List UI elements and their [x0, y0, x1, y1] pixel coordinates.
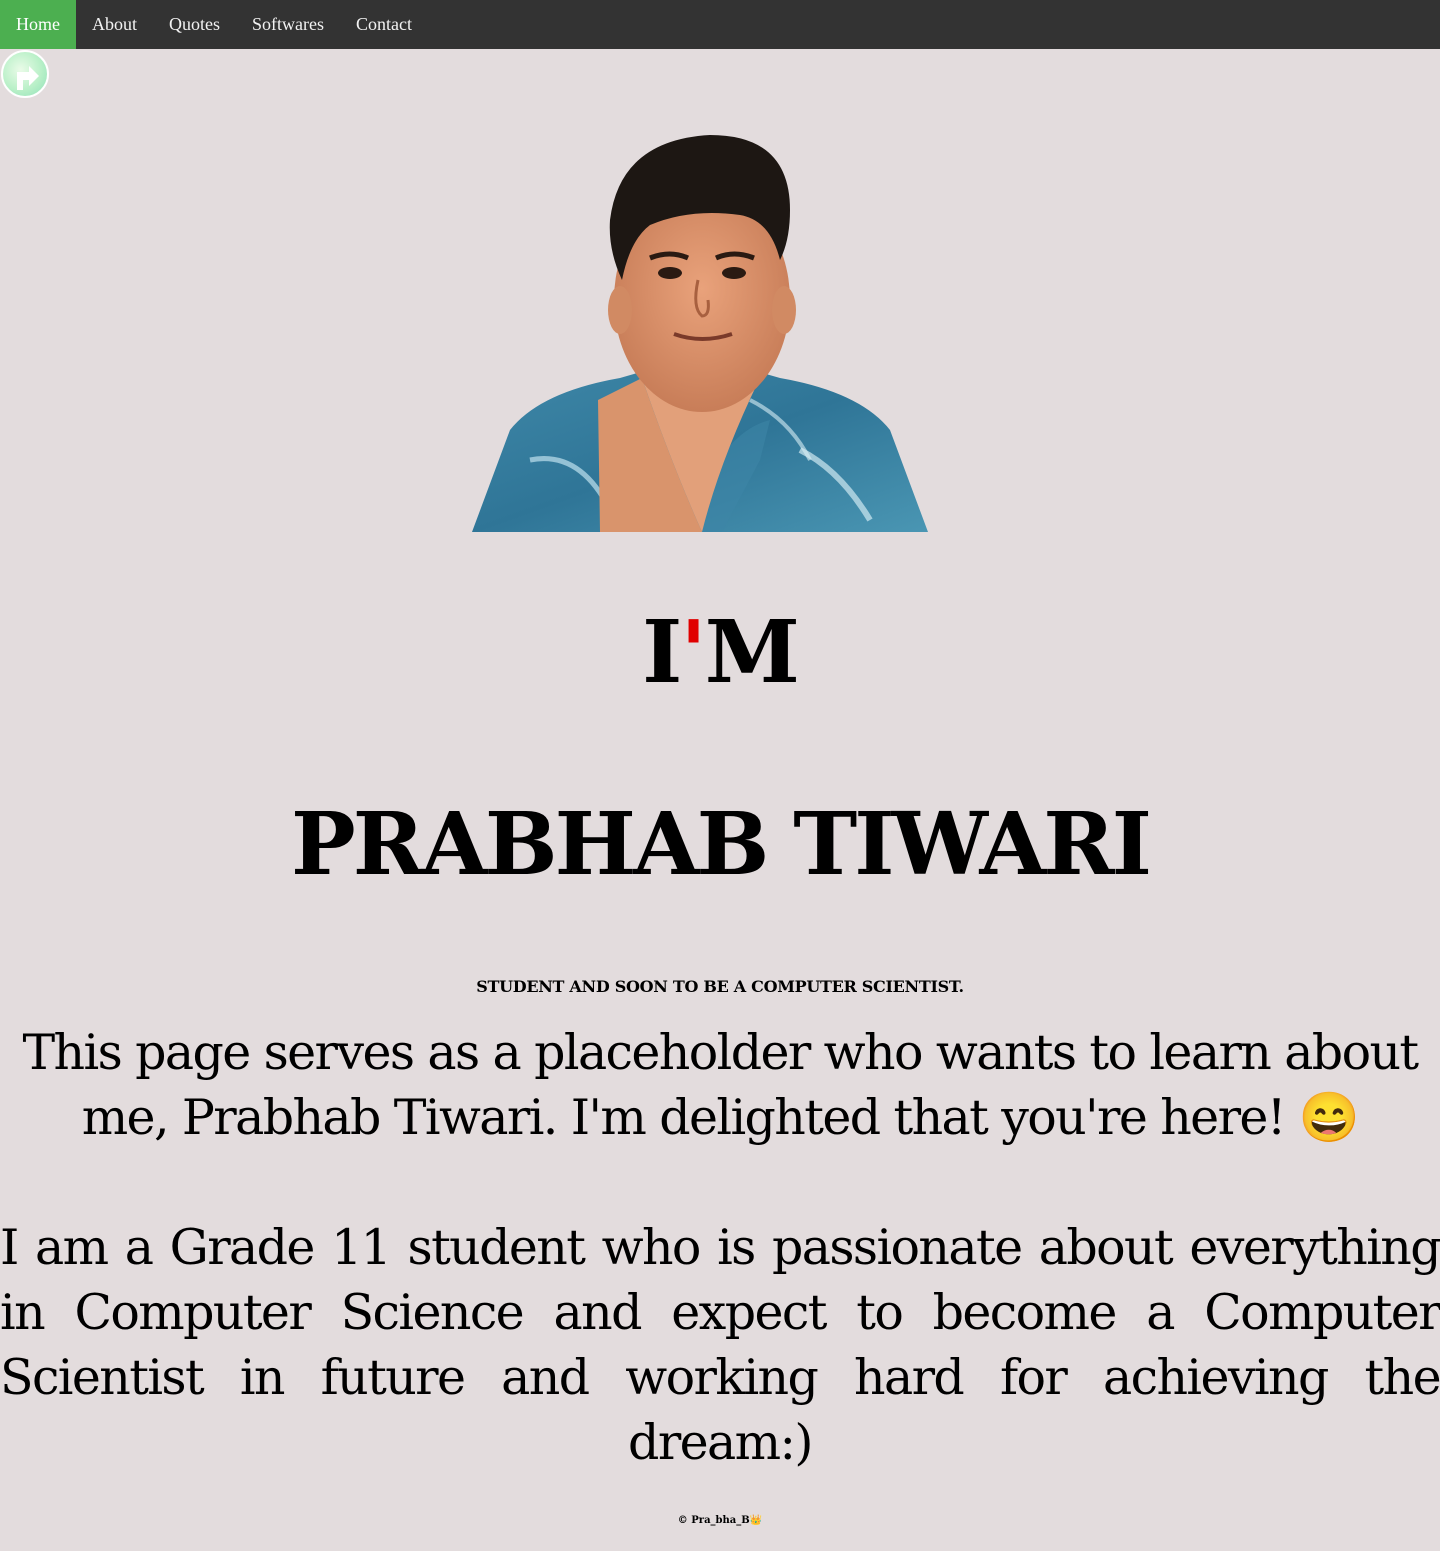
logo-arrow-shape: [17, 66, 39, 90]
tagline: STUDENT AND SOON TO BE A COMPUTER SCIENT…: [476, 977, 964, 996]
im-heading: I'M: [0, 598, 1440, 708]
grin-emoji-icon: 😄: [1298, 1089, 1360, 1146]
nav-contact-link[interactable]: Contact: [340, 0, 428, 49]
footer-copyright: © Pra_bha_B👑: [677, 1515, 763, 1526]
intro-text: This page serves as a placeholder who wa…: [22, 1024, 1419, 1146]
intro-paragraph: This page serves as a placeholder who wa…: [0, 1020, 1440, 1150]
portrait-photo: [472, 135, 928, 532]
nav-about-link[interactable]: About: [76, 0, 153, 49]
bio-paragraph: I am a Grade 11 student who is passionat…: [0, 1219, 1440, 1471]
im-suffix: M: [704, 602, 800, 703]
circle-arrow-logo-icon[interactable]: [1, 50, 49, 98]
nav-softwares-link[interactable]: Softwares: [236, 0, 340, 49]
im-prefix: I: [642, 602, 682, 703]
name-heading: PRABHAB TIWARI: [291, 794, 1152, 895]
top-navbar: Home About Quotes Softwares Contact: [0, 0, 1440, 49]
nav-home-link[interactable]: Home: [0, 0, 76, 49]
nav-quotes-link[interactable]: Quotes: [153, 0, 236, 49]
im-apostrophe: ': [680, 602, 706, 703]
